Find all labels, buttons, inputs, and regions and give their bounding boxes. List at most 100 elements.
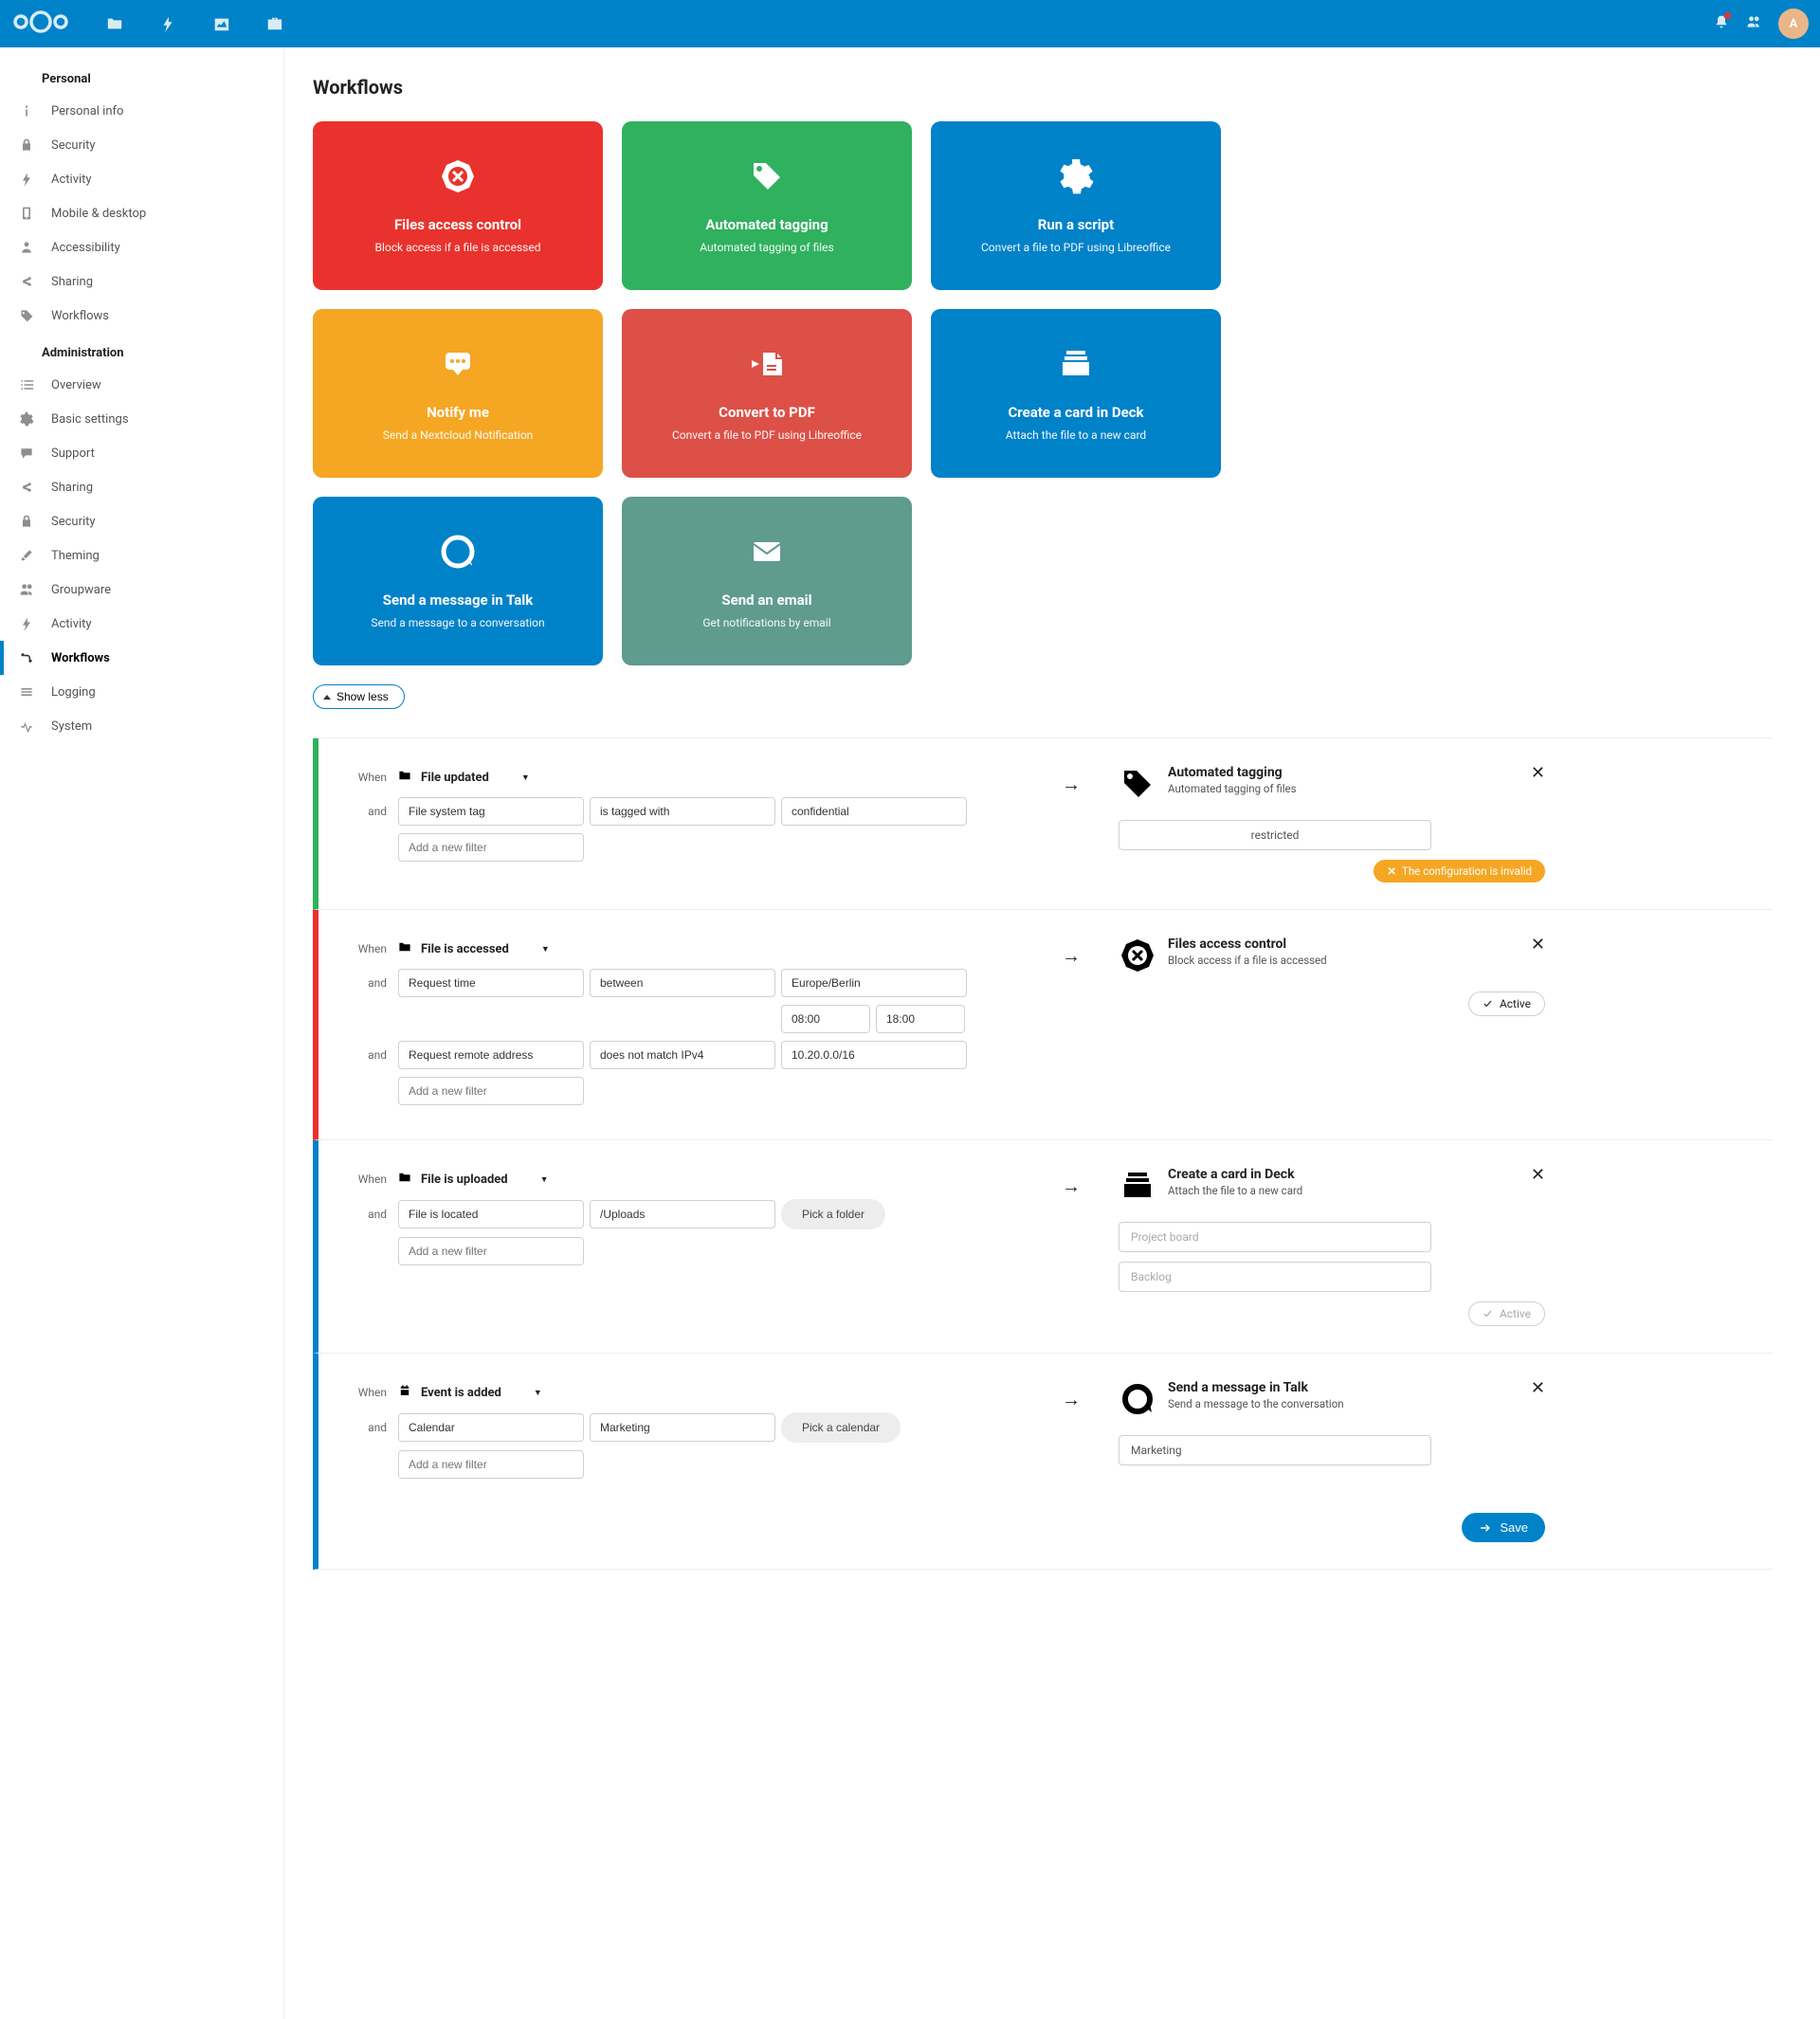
sidebar-item-workflows-personal[interactable]: Workflows <box>0 299 283 333</box>
block-icon <box>1119 937 1156 978</box>
card-desc: Convert a file to PDF using Libreoffice <box>672 428 862 442</box>
arrow-icon: → <box>1052 1167 1090 1326</box>
logo[interactable] <box>11 8 70 40</box>
condition-field[interactable] <box>398 1041 584 1069</box>
sidebar-section-personal: Personal <box>0 59 283 94</box>
show-less-button[interactable]: Show less <box>313 684 405 709</box>
sidebar-item-support[interactable]: Support <box>0 436 283 470</box>
condition-value[interactable] <box>781 797 967 826</box>
sidebar-item-security-admin[interactable]: Security <box>0 504 283 538</box>
nav-work-icon[interactable] <box>253 3 295 45</box>
workflow-card[interactable]: Convert to PDF Convert a file to PDF usin… <box>622 309 912 478</box>
time-from[interactable] <box>781 1005 870 1033</box>
sidebar-item-label: Security <box>51 515 96 529</box>
workflow-card[interactable]: Automated taggingAutomated tagging of fi… <box>622 121 912 290</box>
mobile-desktop-icon <box>19 206 34 221</box>
sidebar-item-activity[interactable]: Activity <box>0 162 283 196</box>
condition-value[interactable] <box>781 1041 967 1069</box>
theming-icon <box>19 548 34 563</box>
condition-field[interactable] <box>398 1200 584 1228</box>
deck-icon <box>1119 1167 1156 1209</box>
sidebar-item-personal-info[interactable]: Personal info <box>0 94 283 128</box>
action-field[interactable]: Marketing <box>1119 1435 1431 1465</box>
card-title: Notify me <box>427 404 489 421</box>
trigger-select[interactable]: File updated▼ <box>398 765 530 790</box>
sidebar-item-accessibility[interactable]: Accessibility <box>0 230 283 264</box>
condition-value[interactable] <box>590 1413 775 1442</box>
action-field[interactable]: Backlog <box>1119 1262 1431 1292</box>
tag-icon <box>1119 765 1156 807</box>
nav-gallery-icon[interactable] <box>200 3 242 45</box>
pick-button[interactable]: Pick a folder <box>781 1199 885 1229</box>
sidebar-item-logging[interactable]: Logging <box>0 675 283 709</box>
sidebar-item-sharing-admin[interactable]: Sharing <box>0 470 283 504</box>
save-button[interactable]: Save <box>1462 1513 1545 1542</box>
content: Workflows Files access controlBlock acce… <box>284 47 1820 2019</box>
sidebar-item-workflows-admin[interactable]: Workflows <box>0 641 283 675</box>
sidebar-item-system[interactable]: System <box>0 709 283 743</box>
workflow-card[interactable]: Notify me Send a Nextcloud Notification <box>313 309 603 478</box>
folder-icon <box>398 940 411 957</box>
add-filter-input[interactable] <box>398 1077 584 1105</box>
contacts-icon[interactable] <box>1746 14 1761 33</box>
chevron-down-icon: ▼ <box>541 944 550 955</box>
workflow-card[interactable]: Send an emailGet notifications by email <box>622 497 912 665</box>
add-filter-input[interactable] <box>398 1450 584 1479</box>
sidebar-item-basic-settings[interactable]: Basic settings <box>0 402 283 436</box>
sidebar-item-label: Security <box>51 138 96 153</box>
time-to[interactable] <box>876 1005 965 1033</box>
workflow-card[interactable]: Run a scriptConvert a file to PDF using … <box>931 121 1221 290</box>
workflow-card[interactable]: Files access controlBlock access if a fi… <box>313 121 603 290</box>
condition-operator[interactable] <box>590 797 775 826</box>
pick-button[interactable]: Pick a calendar <box>781 1412 901 1443</box>
action-field[interactable]: Project board <box>1119 1222 1431 1252</box>
action-title: Files access control <box>1168 937 1327 952</box>
sidebar-item-groupware[interactable]: Groupware <box>0 573 283 607</box>
condition-field[interactable] <box>398 969 584 997</box>
condition-field[interactable] <box>398 1413 584 1442</box>
invalid-badge: ✕The configuration is invalid <box>1374 860 1545 882</box>
action-desc: Block access if a file is accessed <box>1168 954 1327 967</box>
trigger-select[interactable]: File is uploaded▼ <box>398 1167 549 1191</box>
card-title: Run a script <box>1038 216 1114 233</box>
condition-value[interactable] <box>590 1200 775 1228</box>
folder-icon <box>398 769 411 786</box>
card-title: Send a message in Talk <box>383 591 534 609</box>
close-icon[interactable]: ✕ <box>1531 765 1545 782</box>
active-toggle[interactable]: Active <box>1468 1301 1545 1326</box>
sidebar-item-sharing[interactable]: Sharing <box>0 264 283 299</box>
sidebar-item-theming[interactable]: Theming <box>0 538 283 573</box>
close-icon[interactable]: ✕ <box>1531 1380 1545 1397</box>
condition-value[interactable] <box>781 969 967 997</box>
arrow-icon: → <box>1052 1380 1090 1542</box>
condition-operator[interactable] <box>590 1041 775 1069</box>
workflow-card[interactable]: Send a message in Talk Send a message to … <box>313 497 603 665</box>
card-desc: Send a Nextcloud Notification <box>383 428 534 442</box>
card-desc: Automated tagging of files <box>700 241 833 254</box>
nav-activity-icon[interactable] <box>147 3 189 45</box>
condition-field[interactable] <box>398 797 584 826</box>
security-icon <box>19 137 34 153</box>
sidebar-item-label: Workflows <box>51 309 109 323</box>
card-desc: Send a message to a conversation <box>371 616 544 629</box>
trigger-select[interactable]: Event is added▼ <box>398 1380 542 1405</box>
close-icon[interactable]: ✕ <box>1531 1167 1545 1184</box>
active-toggle[interactable]: Active <box>1468 991 1545 1016</box>
trigger-select[interactable]: File is accessed▼ <box>398 937 550 961</box>
sidebar-item-overview[interactable]: Overview <box>0 368 283 402</box>
add-filter-input[interactable] <box>398 1237 584 1265</box>
condition-operator[interactable] <box>590 969 775 997</box>
page-title: Workflows <box>313 76 1773 99</box>
sidebar-item-security[interactable]: Security <box>0 128 283 162</box>
nav-files-icon[interactable] <box>94 3 136 45</box>
action-desc: Attach the file to a new card <box>1168 1184 1302 1197</box>
sidebar-item-mobile-desktop[interactable]: Mobile & desktop <box>0 196 283 230</box>
sidebar-item-activity-admin[interactable]: Activity <box>0 607 283 641</box>
add-filter-input[interactable] <box>398 833 584 862</box>
user-avatar[interactable]: A <box>1778 9 1809 39</box>
card-title: Convert to PDF <box>719 404 815 421</box>
workflow-card[interactable]: Create a card in DeckAttach the file to … <box>931 309 1221 478</box>
notifications-icon[interactable] <box>1714 14 1729 33</box>
action-field[interactable]: restricted <box>1119 820 1431 850</box>
close-icon[interactable]: ✕ <box>1531 937 1545 954</box>
